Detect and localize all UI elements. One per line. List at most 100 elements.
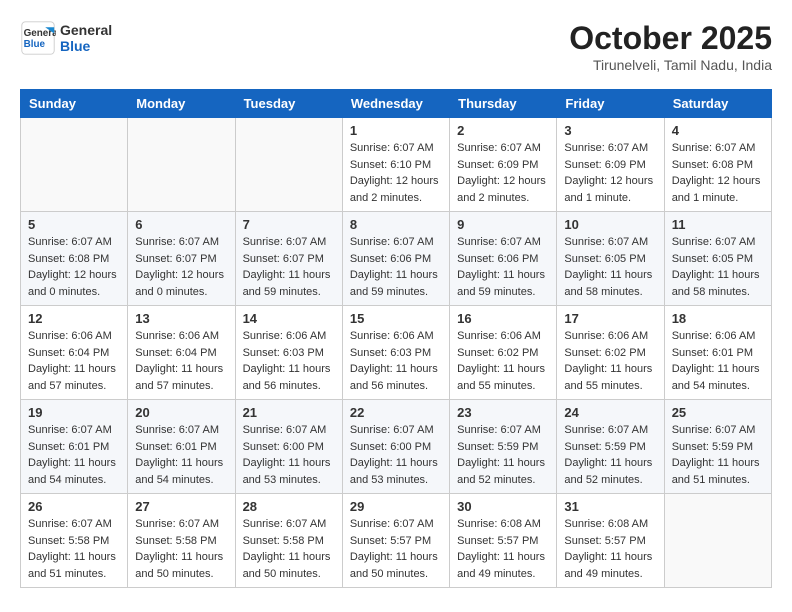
day-info: Sunrise: 6:06 AM Sunset: 6:03 PM Dayligh… xyxy=(243,328,335,394)
day-info: Sunrise: 6:06 AM Sunset: 6:02 PM Dayligh… xyxy=(564,328,656,394)
calendar-day-cell: 27 Sunrise: 6:07 AM Sunset: 5:58 PM Dayli… xyxy=(128,494,235,588)
day-info: Sunrise: 6:07 AM Sunset: 5:58 PM Dayligh… xyxy=(28,516,120,582)
day-info: Sunrise: 6:07 AM Sunset: 5:59 PM Dayligh… xyxy=(672,422,764,488)
day-number: 8 xyxy=(350,217,442,232)
day-number: 11 xyxy=(672,217,764,232)
day-info: Sunrise: 6:07 AM Sunset: 6:01 PM Dayligh… xyxy=(28,422,120,488)
day-info: Sunrise: 6:07 AM Sunset: 5:57 PM Dayligh… xyxy=(350,516,442,582)
day-number: 21 xyxy=(243,405,335,420)
title-area: October 2025 Tirunelveli, Tamil Nadu, In… xyxy=(569,20,772,73)
calendar-day-cell: 28 Sunrise: 6:07 AM Sunset: 5:58 PM Dayli… xyxy=(235,494,342,588)
day-info: Sunrise: 6:07 AM Sunset: 6:06 PM Dayligh… xyxy=(457,234,549,300)
calendar-day-cell: 15 Sunrise: 6:06 AM Sunset: 6:03 PM Dayli… xyxy=(342,306,449,400)
calendar-day-cell: 9 Sunrise: 6:07 AM Sunset: 6:06 PM Daylig… xyxy=(450,212,557,306)
weekday-header-cell: Wednesday xyxy=(342,90,449,118)
day-number: 14 xyxy=(243,311,335,326)
page-header: General Blue General Blue October 2025 T… xyxy=(20,20,772,73)
day-info: Sunrise: 6:07 AM Sunset: 6:05 PM Dayligh… xyxy=(672,234,764,300)
day-number: 13 xyxy=(135,311,227,326)
calendar-day-cell: 17 Sunrise: 6:06 AM Sunset: 6:02 PM Dayli… xyxy=(557,306,664,400)
calendar-day-cell: 24Sunrise: 6:07 AM Sunset: 5:59 PM Dayli… xyxy=(557,400,664,494)
day-number: 4 xyxy=(672,123,764,138)
day-info: Sunrise: 6:07 AM Sunset: 6:09 PM Dayligh… xyxy=(564,140,656,206)
day-info: Sunrise: 6:07 AM Sunset: 5:58 PM Dayligh… xyxy=(243,516,335,582)
day-number: 18 xyxy=(672,311,764,326)
calendar-day-cell: 7Sunrise: 6:07 AM Sunset: 6:07 PM Daylig… xyxy=(235,212,342,306)
calendar-day-cell: 10 Sunrise: 6:07 AM Sunset: 6:05 PM Dayli… xyxy=(557,212,664,306)
calendar-table: SundayMondayTuesdayWednesdayThursdayFrid… xyxy=(20,89,772,588)
svg-text:Blue: Blue xyxy=(24,39,46,50)
calendar-day-cell: 19Sunrise: 6:07 AM Sunset: 6:01 PM Dayli… xyxy=(21,400,128,494)
calendar-day-cell: 30Sunrise: 6:08 AM Sunset: 5:57 PM Dayli… xyxy=(450,494,557,588)
calendar-body: 1 Sunrise: 6:07 AM Sunset: 6:10 PM Daylig… xyxy=(21,118,772,588)
day-number: 25 xyxy=(672,405,764,420)
calendar-day-cell: 6 Sunrise: 6:07 AM Sunset: 6:07 PM Daylig… xyxy=(128,212,235,306)
day-number: 9 xyxy=(457,217,549,232)
day-info: Sunrise: 6:07 AM Sunset: 5:58 PM Dayligh… xyxy=(135,516,227,582)
day-info: Sunrise: 6:06 AM Sunset: 6:01 PM Dayligh… xyxy=(672,328,764,394)
calendar-day-cell: 23 Sunrise: 6:07 AM Sunset: 5:59 PM Dayli… xyxy=(450,400,557,494)
logo-text-blue: Blue xyxy=(60,38,112,54)
calendar-day-cell: 2 Sunrise: 6:07 AM Sunset: 6:09 PM Daylig… xyxy=(450,118,557,212)
calendar-week-row: 19Sunrise: 6:07 AM Sunset: 6:01 PM Dayli… xyxy=(21,400,772,494)
day-info: Sunrise: 6:08 AM Sunset: 5:57 PM Dayligh… xyxy=(457,516,549,582)
calendar-week-row: 12 Sunrise: 6:06 AM Sunset: 6:04 PM Dayli… xyxy=(21,306,772,400)
day-info: Sunrise: 6:07 AM Sunset: 6:05 PM Dayligh… xyxy=(564,234,656,300)
calendar-day-cell: 22 Sunrise: 6:07 AM Sunset: 6:00 PM Dayli… xyxy=(342,400,449,494)
weekday-header-cell: Tuesday xyxy=(235,90,342,118)
day-number: 6 xyxy=(135,217,227,232)
calendar-day-cell: 29 Sunrise: 6:07 AM Sunset: 5:57 PM Dayli… xyxy=(342,494,449,588)
day-number: 17 xyxy=(564,311,656,326)
day-info: Sunrise: 6:07 AM Sunset: 6:10 PM Dayligh… xyxy=(350,140,442,206)
day-info: Sunrise: 6:06 AM Sunset: 6:03 PM Dayligh… xyxy=(350,328,442,394)
calendar-day-cell xyxy=(21,118,128,212)
day-number: 15 xyxy=(350,311,442,326)
location: Tirunelveli, Tamil Nadu, India xyxy=(569,57,772,73)
day-info: Sunrise: 6:06 AM Sunset: 6:04 PM Dayligh… xyxy=(135,328,227,394)
calendar-day-cell: 14 Sunrise: 6:06 AM Sunset: 6:03 PM Dayli… xyxy=(235,306,342,400)
day-number: 12 xyxy=(28,311,120,326)
day-number: 5 xyxy=(28,217,120,232)
day-number: 26 xyxy=(28,499,120,514)
logo-icon: General Blue xyxy=(20,20,56,56)
day-info: Sunrise: 6:07 AM Sunset: 6:07 PM Dayligh… xyxy=(135,234,227,300)
day-info: Sunrise: 6:07 AM Sunset: 6:09 PM Dayligh… xyxy=(457,140,549,206)
calendar-day-cell: 26 Sunrise: 6:07 AM Sunset: 5:58 PM Dayli… xyxy=(21,494,128,588)
day-info: Sunrise: 6:08 AM Sunset: 5:57 PM Dayligh… xyxy=(564,516,656,582)
weekday-header-cell: Thursday xyxy=(450,90,557,118)
calendar-day-cell: 4 Sunrise: 6:07 AM Sunset: 6:08 PM Daylig… xyxy=(664,118,771,212)
calendar-day-cell: 3 Sunrise: 6:07 AM Sunset: 6:09 PM Daylig… xyxy=(557,118,664,212)
day-number: 23 xyxy=(457,405,549,420)
calendar-day-cell: 25 Sunrise: 6:07 AM Sunset: 5:59 PM Dayli… xyxy=(664,400,771,494)
calendar-day-cell: 8 Sunrise: 6:07 AM Sunset: 6:06 PM Daylig… xyxy=(342,212,449,306)
calendar-day-cell: 31 Sunrise: 6:08 AM Sunset: 5:57 PM Dayli… xyxy=(557,494,664,588)
day-number: 10 xyxy=(564,217,656,232)
calendar-day-cell: 11 Sunrise: 6:07 AM Sunset: 6:05 PM Dayli… xyxy=(664,212,771,306)
day-info: Sunrise: 6:07 AM Sunset: 5:59 PM Dayligh… xyxy=(457,422,549,488)
day-number: 1 xyxy=(350,123,442,138)
day-info: Sunrise: 6:07 AM Sunset: 6:00 PM Dayligh… xyxy=(243,422,335,488)
calendar-day-cell: 16Sunrise: 6:06 AM Sunset: 6:02 PM Dayli… xyxy=(450,306,557,400)
day-number: 24 xyxy=(564,405,656,420)
calendar-day-cell xyxy=(128,118,235,212)
day-info: Sunrise: 6:07 AM Sunset: 6:08 PM Dayligh… xyxy=(672,140,764,206)
day-number: 27 xyxy=(135,499,227,514)
day-number: 3 xyxy=(564,123,656,138)
day-number: 28 xyxy=(243,499,335,514)
day-number: 29 xyxy=(350,499,442,514)
day-info: Sunrise: 6:07 AM Sunset: 6:00 PM Dayligh… xyxy=(350,422,442,488)
day-info: Sunrise: 6:07 AM Sunset: 6:01 PM Dayligh… xyxy=(135,422,227,488)
calendar-day-cell xyxy=(664,494,771,588)
day-info: Sunrise: 6:07 AM Sunset: 6:07 PM Dayligh… xyxy=(243,234,335,300)
calendar-day-cell: 21 Sunrise: 6:07 AM Sunset: 6:00 PM Dayli… xyxy=(235,400,342,494)
day-info: Sunrise: 6:06 AM Sunset: 6:04 PM Dayligh… xyxy=(28,328,120,394)
calendar-day-cell: 18 Sunrise: 6:06 AM Sunset: 6:01 PM Dayli… xyxy=(664,306,771,400)
calendar-day-cell: 13 Sunrise: 6:06 AM Sunset: 6:04 PM Dayli… xyxy=(128,306,235,400)
calendar-week-row: 5Sunrise: 6:07 AM Sunset: 6:08 PM Daylig… xyxy=(21,212,772,306)
day-number: 22 xyxy=(350,405,442,420)
day-number: 31 xyxy=(564,499,656,514)
weekday-header-cell: Monday xyxy=(128,90,235,118)
day-info: Sunrise: 6:07 AM Sunset: 6:06 PM Dayligh… xyxy=(350,234,442,300)
month-title: October 2025 xyxy=(569,20,772,57)
day-number: 2 xyxy=(457,123,549,138)
